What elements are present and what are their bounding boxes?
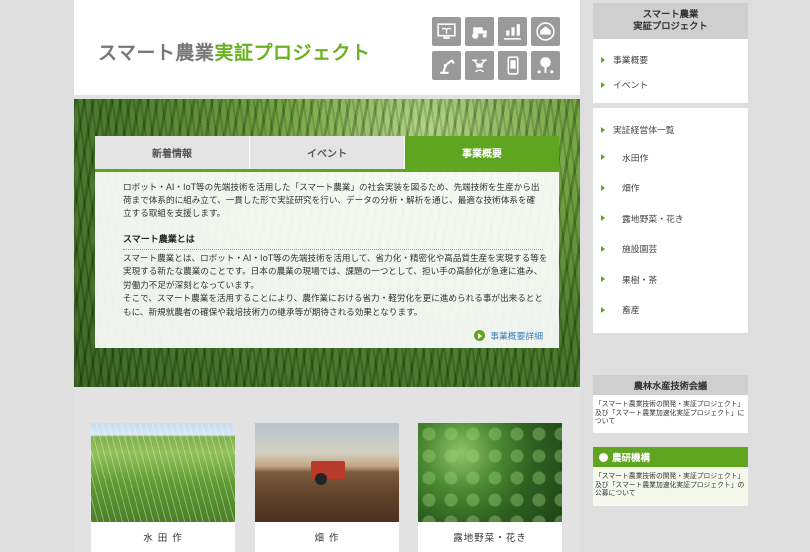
overview-subheading: スマート農業とは xyxy=(123,232,543,250)
paddy-field-image xyxy=(91,423,235,522)
arrow-right-icon xyxy=(601,126,605,133)
sidebar-group-main: 事業概要 イベント xyxy=(593,39,748,103)
overview-detail-link[interactable]: 事業概要詳細 xyxy=(474,329,543,342)
sidebar-item-vegetables[interactable]: 露地野菜・花き xyxy=(593,203,748,234)
arrow-right-icon xyxy=(601,81,605,88)
tractor-shape xyxy=(311,461,345,485)
sidebar-title-line1: スマート農業 xyxy=(642,9,699,20)
card-caption: 水 田 作 xyxy=(143,533,183,544)
arrow-right-icon xyxy=(601,154,605,161)
tab-overview[interactable]: 事業概要 xyxy=(405,136,559,169)
banner-header: 農研機構 xyxy=(593,447,748,467)
banner-text: 「スマート農業技術の開発・実証プロジェクト」及び「スマート農業加速化実証プロジェ… xyxy=(595,472,745,498)
hero-field-image: 新着情報 イベント 事業概要 ロボット・AI・IoT等の先端技術を活用した「スマ… xyxy=(74,99,580,387)
arrow-right-icon xyxy=(601,56,605,63)
sidebar-item-label: 施設園芸 xyxy=(622,245,658,256)
tractor-icon[interactable] xyxy=(465,17,494,46)
drone-icon[interactable] xyxy=(465,51,494,80)
logo-text-accent: 実証プロジェクト xyxy=(214,42,371,64)
overview-body-paragraph-2: そこで、スマート農業を活用することにより、農作業における省力・軽労化を更に進めら… xyxy=(123,294,543,318)
play-arrow-icon xyxy=(474,330,486,341)
card-paddy-field[interactable]: 水 田 作 xyxy=(91,423,235,552)
naro-logo-icon xyxy=(599,452,608,462)
sidebar-item-label: 事業概要 xyxy=(613,56,649,66)
sidebar-item-label: 畜産 xyxy=(622,306,640,317)
sidebar-item-label: 露地野菜・花き xyxy=(622,214,684,225)
sidebar: スマート農業 実証プロジェクト 事業概要 イベント 実証経営体一覧 水田作 畑作… xyxy=(593,3,748,333)
arrow-right-icon xyxy=(601,306,605,313)
sidebar-item-upland[interactable]: 畑作 xyxy=(593,173,748,204)
panel-tabs: 新着情報 イベント 事業概要 xyxy=(95,136,559,169)
sidebar-item-paddy[interactable]: 水田作 xyxy=(593,142,748,173)
smartphone-icon[interactable] xyxy=(498,51,527,80)
vegetables-image xyxy=(418,423,562,522)
arrow-right-icon xyxy=(601,184,605,191)
robot-arm-icon[interactable] xyxy=(432,51,461,80)
sidebar-title-line2: 実証プロジェクト xyxy=(633,21,708,32)
overview-intro: ロボット・AI・IoT等の先端技術を活用した「スマート農業」の社会実装を図るため… xyxy=(123,183,540,220)
sidebar-item-label: 畑作 xyxy=(622,184,640,195)
sidebar-item-label: 実証経営体一覧 xyxy=(613,126,675,136)
banner-title: 農研機構 xyxy=(612,453,651,464)
site-header: スマート農業実証プロジェクト xyxy=(74,0,580,95)
card-upland-field[interactable]: 畑 作 xyxy=(255,423,399,552)
sidebar-item-fruit-tea[interactable]: 果樹・茶 xyxy=(593,264,748,295)
upland-field-image xyxy=(255,423,399,522)
overview-body: スマート農業とは、ロボット・AI・IoT等の先端技術を活用して、省力化・精密化や… xyxy=(123,253,548,320)
card-open-vegetables[interactable]: 露地野菜・花き xyxy=(418,423,562,552)
banner-text: 「スマート農業技術の開発・実証プロジェクト」及び「スマート農業加速化実証プロジェ… xyxy=(595,400,745,426)
arrow-right-icon xyxy=(601,245,605,252)
tab-news[interactable]: 新着情報 xyxy=(95,136,250,169)
overview-body-paragraph-1: スマート農業とは、ロボット・AI・IoT等の先端技術を活用して、省力化・精密化や… xyxy=(123,254,548,291)
tab-events[interactable]: イベント xyxy=(250,136,405,169)
banner-title: 農林水産技術会議 xyxy=(593,375,748,395)
banner-agri-council[interactable]: 農林水産技術会議 「スマート農業技術の開発・実証プロジェクト」及び「スマート農業… xyxy=(593,375,748,433)
logo-text-primary: スマート農業 xyxy=(98,42,215,64)
tab-underline xyxy=(95,169,559,172)
sidebar-item-label: 水田作 xyxy=(622,153,649,164)
arrow-right-icon xyxy=(601,276,605,283)
field-graph-icon[interactable] xyxy=(498,17,527,46)
sidebar-group-entities: 実証経営体一覧 水田作 畑作 露地野菜・花き 施設園芸 果樹・茶 畜産 xyxy=(593,108,748,333)
site-logo[interactable]: スマート農業実証プロジェクト xyxy=(98,38,370,65)
sidebar-item-label: 果樹・茶 xyxy=(622,275,658,286)
overview-detail-label: 事業概要詳細 xyxy=(490,332,543,342)
sidebar-item-livestock[interactable]: 畜産 xyxy=(593,295,748,326)
sidebar-item-greenhouse[interactable]: 施設園芸 xyxy=(593,234,748,265)
info-panel: 新着情報 イベント 事業概要 ロボット・AI・IoT等の先端技術を活用した「スマ… xyxy=(95,136,559,348)
sidebar-title: スマート農業 実証プロジェクト xyxy=(593,3,748,39)
arrow-right-icon xyxy=(601,215,605,222)
computer-sprout-icon[interactable] xyxy=(432,17,461,46)
greenhouse-icon[interactable] xyxy=(531,17,560,46)
card-caption: 露地野菜・花き xyxy=(453,533,527,544)
card-caption: 畑 作 xyxy=(314,533,340,544)
category-icon-grid xyxy=(432,17,560,81)
banner-naro[interactable]: 農研機構 「スマート農業技術の開発・実証プロジェクト」及び「スマート農業加速化実… xyxy=(593,447,748,506)
tree-network-icon[interactable] xyxy=(531,51,560,80)
sidebar-item-overview[interactable]: 事業概要 xyxy=(593,47,748,72)
sidebar-item-label: イベント xyxy=(613,81,649,91)
sidebar-item-entity-list[interactable]: 実証経営体一覧 xyxy=(593,117,748,142)
sidebar-item-events[interactable]: イベント xyxy=(593,72,748,97)
